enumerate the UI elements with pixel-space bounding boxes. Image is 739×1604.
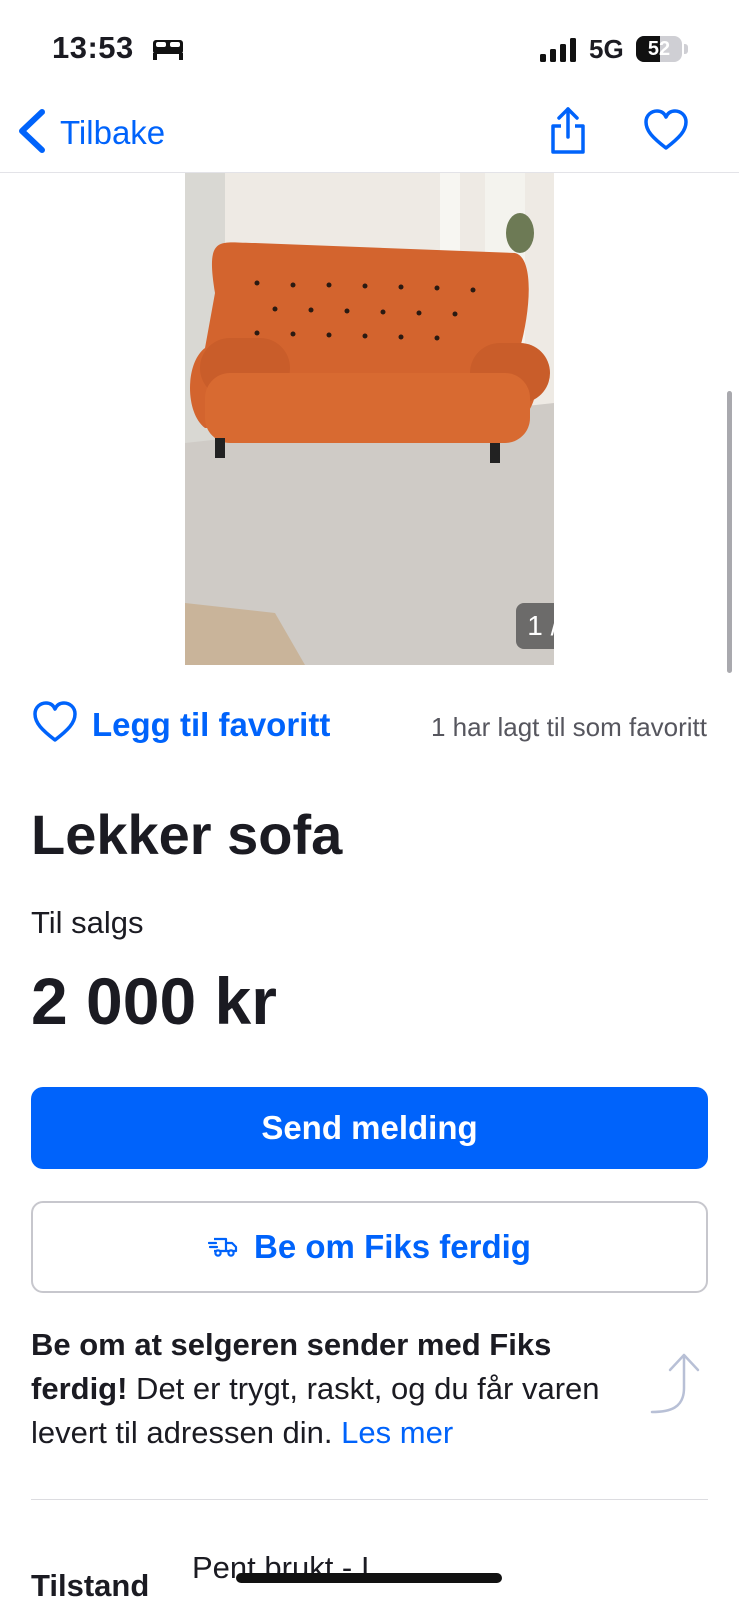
scrollbar[interactable] xyxy=(727,391,732,673)
nav-bar: Tilbake xyxy=(0,100,739,173)
listing-type: Til salgs xyxy=(31,905,144,940)
condition-label: Tilstand xyxy=(31,1568,150,1603)
image-gallery[interactable]: 1 / 3 xyxy=(0,173,739,673)
fiks-ferdig-label: Be om Fiks ferdig xyxy=(254,1228,531,1265)
favorite-count: 1 har lagt til som favoritt xyxy=(431,712,707,742)
read-more-link[interactable]: Les mer xyxy=(341,1415,453,1450)
favorite-nav-button[interactable] xyxy=(643,108,689,157)
battery-icon: 52 xyxy=(636,36,690,62)
condition-value: Pent brukt - I xyxy=(192,1550,370,1585)
add-favorite-button[interactable]: Legg til favoritt xyxy=(32,700,330,749)
status-bar: 13:53 5G 52 xyxy=(0,0,739,100)
share-icon xyxy=(548,107,588,160)
listing-photo[interactable]: 1 / 3 xyxy=(185,173,554,665)
fiks-info-text: Be om at selgeren sender med Fiks ferdig… xyxy=(31,1323,631,1455)
heart-icon xyxy=(643,109,689,156)
share-button[interactable] xyxy=(548,106,588,161)
send-message-label: Send melding xyxy=(261,1109,478,1146)
send-message-button[interactable]: Send melding xyxy=(31,1087,708,1169)
image-counter: 1 / 3 xyxy=(516,603,554,649)
back-label: Tilbake xyxy=(60,114,166,151)
back-button[interactable]: Tilbake xyxy=(16,108,165,158)
listing-title: Lekker sofa xyxy=(31,803,343,866)
signal-icon xyxy=(540,38,578,67)
arrow-up-icon xyxy=(650,1350,710,1421)
heart-icon xyxy=(32,700,78,749)
network-label: 5G xyxy=(589,34,624,64)
back-chevron-icon xyxy=(16,108,46,158)
delivery-truck-icon xyxy=(207,1228,238,1266)
home-indicator[interactable] xyxy=(236,1573,502,1583)
status-time: 13:53 xyxy=(52,30,134,65)
battery-percent: 52 xyxy=(647,38,671,60)
listing-price: 2 000 kr xyxy=(31,964,277,1038)
section-divider xyxy=(31,1499,708,1500)
favorite-row: Legg til favoritt 1 har lagt til som fav… xyxy=(32,700,707,752)
fiks-ferdig-button[interactable]: Be om Fiks ferdig xyxy=(31,1201,708,1293)
bed-icon xyxy=(152,36,184,67)
add-favorite-label: Legg til favoritt xyxy=(92,705,331,743)
